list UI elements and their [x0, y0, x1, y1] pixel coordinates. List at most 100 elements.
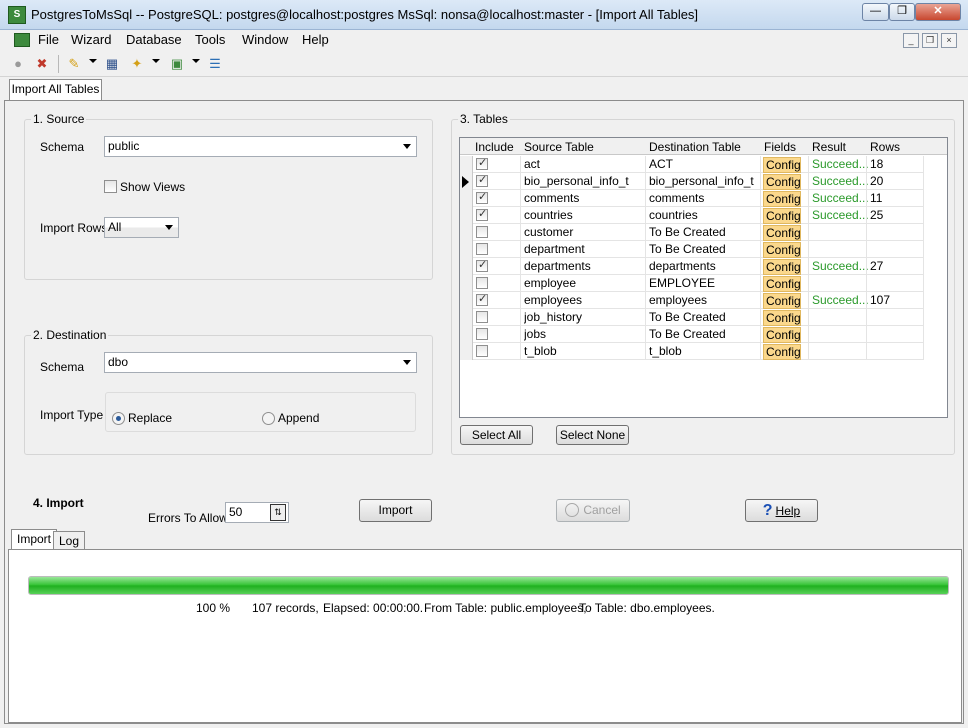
config-button[interactable]: Config	[763, 157, 801, 173]
destination-table-cell[interactable]: employees	[649, 293, 761, 307]
destination-table-cell[interactable]: EMPLOYEE	[649, 276, 761, 290]
import-rows-select[interactable]: All	[104, 217, 179, 238]
help-button[interactable]: ? Help	[745, 499, 818, 522]
rows-cell[interactable]: 20	[870, 174, 920, 188]
row-header[interactable]	[460, 275, 473, 292]
table-row[interactable]: department To Be Created Config	[460, 241, 924, 258]
row-header[interactable]	[460, 207, 473, 224]
include-checkbox[interactable]	[476, 207, 488, 221]
config-button[interactable]: Config	[763, 327, 801, 343]
source-schema-select[interactable]: public	[104, 136, 417, 157]
import-button[interactable]: Import	[359, 499, 432, 522]
wizard-dropdown-icon[interactable]	[89, 59, 97, 63]
replace-radio[interactable]	[112, 412, 125, 425]
tab-import[interactable]: Import	[11, 529, 58, 550]
result-cell[interactable]: Succeed...	[812, 208, 868, 222]
destination-table-cell[interactable]: To Be Created	[649, 242, 761, 256]
config-button[interactable]: Config	[763, 259, 801, 275]
tools-icon[interactable]: ✦	[129, 56, 145, 72]
include-checkbox[interactable]	[476, 311, 488, 323]
query-icon[interactable]: ▦	[104, 56, 120, 72]
include-checkbox[interactable]	[476, 156, 488, 170]
spinner-arrows-icon[interactable]: ⇅	[270, 504, 286, 521]
include-checkbox[interactable]	[476, 345, 488, 357]
source-table-cell[interactable]: department	[524, 242, 644, 256]
row-header[interactable]	[460, 326, 473, 343]
errors-to-allow-spinner[interactable]: 50 ⇅	[225, 502, 289, 523]
connect-icon[interactable]: ●	[10, 56, 26, 72]
rows-cell[interactable]: 18	[870, 157, 920, 171]
source-table-cell[interactable]: job_history	[524, 310, 644, 324]
col-rows[interactable]: Rows	[870, 140, 900, 154]
include-checkbox[interactable]	[476, 292, 488, 306]
row-header[interactable]	[460, 292, 473, 309]
table-row[interactable]: countries countries Succeed...25 Config	[460, 207, 924, 224]
close-button[interactable]: ✕	[915, 3, 961, 21]
destination-table-cell[interactable]: bio_personal_info_t	[649, 174, 761, 188]
menu-file[interactable]: File	[38, 32, 59, 47]
col-fields[interactable]: Fields	[764, 140, 796, 154]
table-row[interactable]: employees employees Succeed...107 Config	[460, 292, 924, 309]
rows-cell[interactable]: 11	[870, 191, 920, 205]
show-views-checkbox[interactable]	[104, 180, 117, 193]
row-header[interactable]	[460, 190, 473, 207]
window-dropdown-icon[interactable]	[192, 59, 200, 63]
menu-wizard[interactable]: Wizard	[71, 32, 111, 47]
include-checkbox[interactable]	[476, 190, 488, 204]
table-row[interactable]: bio_personal_info_t bio_personal_info_t Su…	[460, 173, 924, 190]
window-icon[interactable]: ▣	[169, 56, 185, 72]
source-table-cell[interactable]: customer	[524, 225, 644, 239]
destination-table-cell[interactable]: t_blob	[649, 344, 761, 358]
config-button[interactable]: Config	[763, 242, 801, 258]
mdi-restore-button[interactable]: ❐	[922, 33, 938, 48]
col-include[interactable]: Include	[475, 140, 514, 154]
table-row[interactable]: t_blob t_blob Config	[460, 343, 924, 360]
select-none-button[interactable]: Select None	[556, 425, 629, 445]
source-table-cell[interactable]: bio_personal_info_t	[524, 174, 644, 188]
include-checkbox[interactable]	[476, 328, 488, 340]
row-header[interactable]	[460, 258, 473, 275]
result-cell[interactable]: Succeed...	[812, 259, 868, 273]
row-header[interactable]	[460, 343, 473, 360]
disconnect-icon[interactable]: ✖	[34, 56, 50, 72]
include-checkbox[interactable]	[476, 258, 488, 272]
destination-table-cell[interactable]: To Be Created	[649, 310, 761, 324]
dest-schema-select[interactable]: dbo	[104, 352, 417, 373]
mdi-close-button[interactable]: ×	[941, 33, 957, 48]
rows-cell[interactable]: 25	[870, 208, 920, 222]
table-row[interactable]: employee EMPLOYEE Config	[460, 275, 924, 292]
append-radio[interactable]	[262, 412, 275, 425]
menu-database[interactable]: Database	[126, 32, 182, 47]
row-header[interactable]	[460, 173, 473, 190]
menu-tools[interactable]: Tools	[195, 32, 225, 47]
col-source-table[interactable]: Source Table	[524, 140, 594, 154]
row-header[interactable]	[460, 156, 473, 173]
config-button[interactable]: Config	[763, 208, 801, 224]
config-button[interactable]: Config	[763, 344, 801, 360]
destination-table-cell[interactable]: countries	[649, 208, 761, 222]
include-checkbox[interactable]	[476, 243, 488, 255]
list-icon[interactable]: ☰	[207, 56, 223, 72]
config-button[interactable]: Config	[763, 310, 801, 326]
cancel-button[interactable]: Cancel	[556, 499, 630, 522]
destination-table-cell[interactable]: departments	[649, 259, 761, 273]
source-table-cell[interactable]: act	[524, 157, 644, 171]
include-checkbox[interactable]	[476, 173, 488, 187]
result-cell[interactable]: Succeed...	[812, 174, 868, 188]
rows-cell[interactable]: 27	[870, 259, 920, 273]
tools-dropdown-icon[interactable]	[152, 59, 160, 63]
table-row[interactable]: jobs To Be Created Config	[460, 326, 924, 343]
table-row[interactable]: comments comments Succeed...11 Config	[460, 190, 924, 207]
source-table-cell[interactable]: employee	[524, 276, 644, 290]
table-row[interactable]: job_history To Be Created Config	[460, 309, 924, 326]
source-table-cell[interactable]: countries	[524, 208, 644, 222]
tab-import-all-tables[interactable]: Import All Tables	[9, 79, 102, 100]
config-button[interactable]: Config	[763, 276, 801, 292]
config-button[interactable]: Config	[763, 191, 801, 207]
app-menu-icon[interactable]	[14, 33, 30, 47]
source-table-cell[interactable]: comments	[524, 191, 644, 205]
rows-cell[interactable]: 107	[870, 293, 920, 307]
include-checkbox[interactable]	[476, 226, 488, 238]
destination-table-cell[interactable]: ACT	[649, 157, 761, 171]
result-cell[interactable]: Succeed...	[812, 293, 868, 307]
